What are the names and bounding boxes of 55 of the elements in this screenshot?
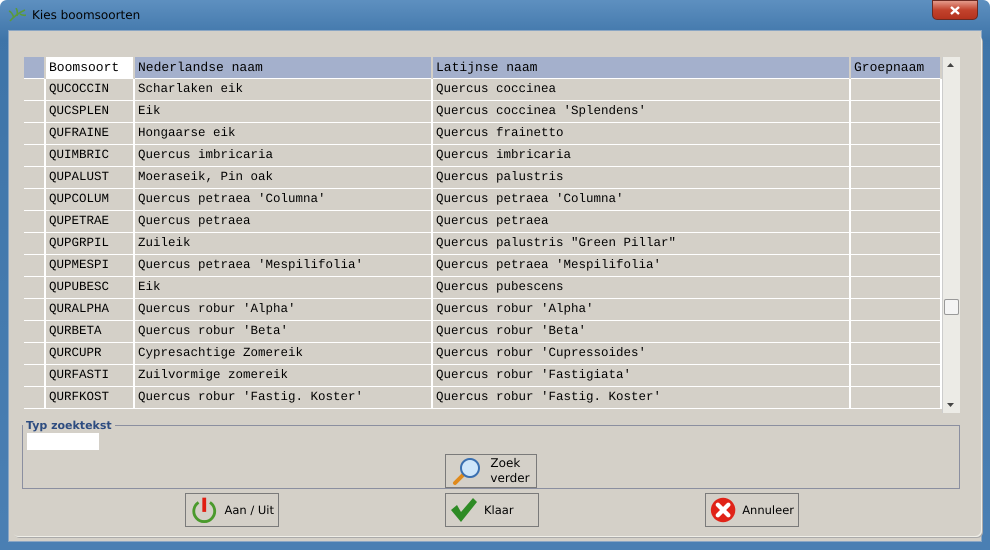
table-cell: Quercus robur 'Beta' — [433, 321, 851, 343]
table-cell: Quercus robur 'Cupressoides' — [433, 343, 851, 365]
table-cell: Eik — [135, 277, 433, 299]
table-cell: Quercus coccinea — [433, 79, 851, 101]
table-cell: Quercus coccinea 'Splendens' — [433, 101, 851, 123]
table-cell: QUPUBESC — [46, 277, 135, 299]
table-cell: Quercus robur 'Fastigiata' — [433, 365, 851, 387]
table-cell: Quercus palustris — [433, 167, 851, 189]
column-header[interactable]: Boomsoort — [46, 57, 135, 81]
table-cell: QUPALUST — [46, 167, 135, 189]
dialog-button[interactable]: Klaar — [445, 493, 539, 527]
table-cell: Quercus palustris "Green Pillar" — [433, 233, 851, 255]
window-title: Kies boomsoorten — [32, 8, 140, 22]
table-cell: Scharlaken eik — [135, 79, 433, 101]
column-header[interactable]: Groepnaam — [851, 57, 942, 81]
dialog-button[interactable]: Annuleer — [705, 493, 799, 527]
table-cell: QUCOCCIN — [46, 79, 135, 101]
table-cell: QUPGRPIL — [46, 233, 135, 255]
table-cell: QURFKOST — [46, 387, 135, 409]
table-cell: Quercus imbricaria — [135, 145, 433, 167]
table-cell: Hongaarse eik — [135, 123, 433, 145]
table-cell: Zuileik — [135, 233, 433, 255]
table-cell: QUFRAINE — [46, 123, 135, 145]
table-cell: Quercus robur 'Alpha' — [433, 299, 851, 321]
table-cell: QUIMBRIC — [46, 145, 135, 167]
table-cell: QURALPHA — [46, 299, 135, 321]
table-cell: QUPETRAE — [46, 211, 135, 233]
search-button[interactable]: Zoek verder — [445, 454, 537, 488]
table-cell: Moeraseik, Pin oak — [135, 167, 433, 189]
table-cell: Quercus imbricaria — [433, 145, 851, 167]
group-label: Typ zoektekst — [25, 419, 113, 432]
table-cell: Quercus pubescens — [433, 277, 851, 299]
table-cell: Quercus frainetto — [433, 123, 851, 145]
table-cell: Quercus robur 'Fastig. Koster' — [433, 387, 851, 409]
column-header[interactable]: Nederlandse naam — [135, 57, 433, 81]
table-cell: Quercus robur 'Alpha' — [135, 299, 433, 321]
table-cell: Quercus robur 'Fastig. Koster' — [135, 387, 433, 409]
table-cell: Quercus petraea — [433, 211, 851, 233]
table-cell: QUCSPLEN — [46, 101, 135, 123]
table-cell: Zuilvormige zomereik — [135, 365, 433, 387]
table-cell: QURCUPR — [46, 343, 135, 365]
table-cell: QUPMESPI — [46, 255, 135, 277]
table-cell: Quercus petraea 'Mespilifolia' — [433, 255, 851, 277]
table-cell: Quercus robur 'Beta' — [135, 321, 433, 343]
table-cell: QUPCOLUM — [46, 189, 135, 211]
table-cell: Cypresachtige Zomereik — [135, 343, 433, 365]
table-cell: Eik — [135, 101, 433, 123]
table-cell: Quercus petraea — [135, 211, 433, 233]
table-cell: QURFASTI — [46, 365, 135, 387]
table-cell: QURBETA — [46, 321, 135, 343]
table-cell: Quercus petraea 'Columna' — [433, 189, 851, 211]
table-cell: Quercus petraea 'Mespilifolia' — [135, 255, 433, 277]
table-cell: Quercus petraea 'Columna' — [135, 189, 433, 211]
column-header[interactable]: Latijnse naam — [433, 57, 851, 81]
dialog-button[interactable]: Aan / Uit — [185, 493, 279, 527]
